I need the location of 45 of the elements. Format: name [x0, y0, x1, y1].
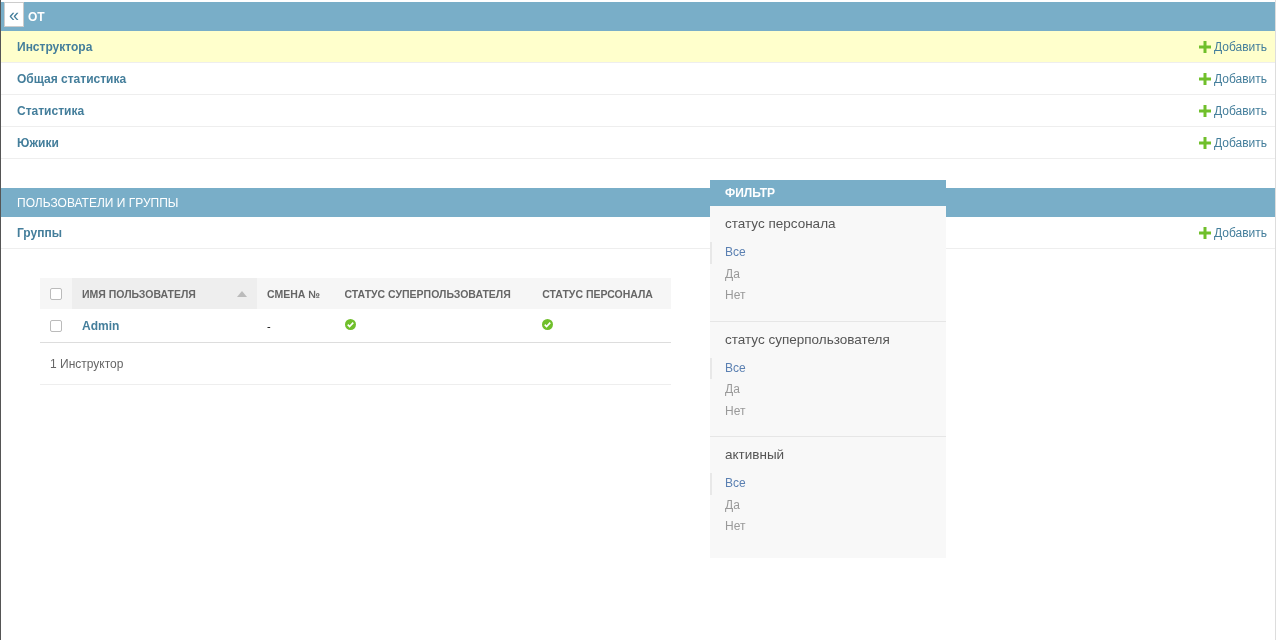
section-title: ПОЛЬЗОВАТЕЛИ И ГРУППЫ: [17, 195, 179, 210]
filter-option[interactable]: Все: [710, 242, 746, 264]
model-link[interactable]: Южики: [17, 135, 59, 150]
plus-icon: [1198, 72, 1211, 85]
filter-option[interactable]: Нет: [710, 400, 746, 422]
add-link[interactable]: Добавить: [1198, 103, 1267, 118]
model-link[interactable]: Общая статистика: [17, 71, 127, 86]
filter-option[interactable]: Да: [710, 379, 740, 401]
model-row[interactable]: Общая статистика Добавить: [1, 63, 1275, 95]
select-all-checkbox[interactable]: [50, 287, 62, 300]
filter-group-title: активный: [725, 447, 785, 462]
plus-icon: [1198, 104, 1211, 117]
filter-option[interactable]: Нет: [710, 516, 746, 538]
filter-group-title: статус суперпользователя: [725, 331, 890, 347]
column-header[interactable]: СМЕНА №: [257, 278, 335, 309]
model-row[interactable]: Инструктора Добавить: [1, 31, 1275, 63]
section-title: ОТ: [28, 9, 45, 24]
shift-cell: -: [267, 319, 271, 332]
model-row[interactable]: Статистика Добавить: [1, 95, 1275, 127]
column-header[interactable]: ИМЯ ПОЛЬЗОВАТЕЛЯ: [72, 278, 257, 309]
filter-group-title: статус персонала: [725, 216, 836, 231]
filter-option[interactable]: Да: [710, 263, 740, 285]
result-count: 1 Инструктор: [50, 356, 124, 371]
plus-icon: [1198, 40, 1211, 53]
plus-icon: [1198, 136, 1211, 149]
model-row[interactable]: Южики Добавить: [1, 127, 1275, 159]
add-link[interactable]: Добавить: [1198, 135, 1267, 150]
filter-title: ФИЛЬТР: [710, 180, 946, 206]
sidebar-toggle-button[interactable]: «: [4, 2, 24, 27]
column-header[interactable]: СТАТУС ПЕРСОНАЛА: [532, 278, 671, 309]
model-link[interactable]: Инструктора: [17, 39, 93, 54]
plus-icon: [1198, 226, 1211, 239]
row-checkbox[interactable]: [50, 319, 62, 332]
model-link[interactable]: Группы: [17, 225, 62, 240]
filter-option[interactable]: Да: [710, 494, 740, 516]
column-header[interactable]: СТАТУС СУПЕРПОЛЬЗОВАТЕЛЯ: [334, 278, 533, 309]
filter-option[interactable]: Все: [710, 473, 746, 495]
add-link[interactable]: Добавить: [1198, 39, 1267, 54]
add-link[interactable]: Добавить: [1198, 71, 1267, 86]
model-link[interactable]: Статистика: [17, 103, 85, 118]
username-link[interactable]: Admin: [82, 318, 120, 333]
filter-option[interactable]: Нет: [710, 285, 746, 307]
filter-option[interactable]: Все: [710, 357, 746, 379]
add-link[interactable]: Добавить: [1198, 225, 1267, 240]
sort-ascending-icon[interactable]: [237, 290, 247, 297]
